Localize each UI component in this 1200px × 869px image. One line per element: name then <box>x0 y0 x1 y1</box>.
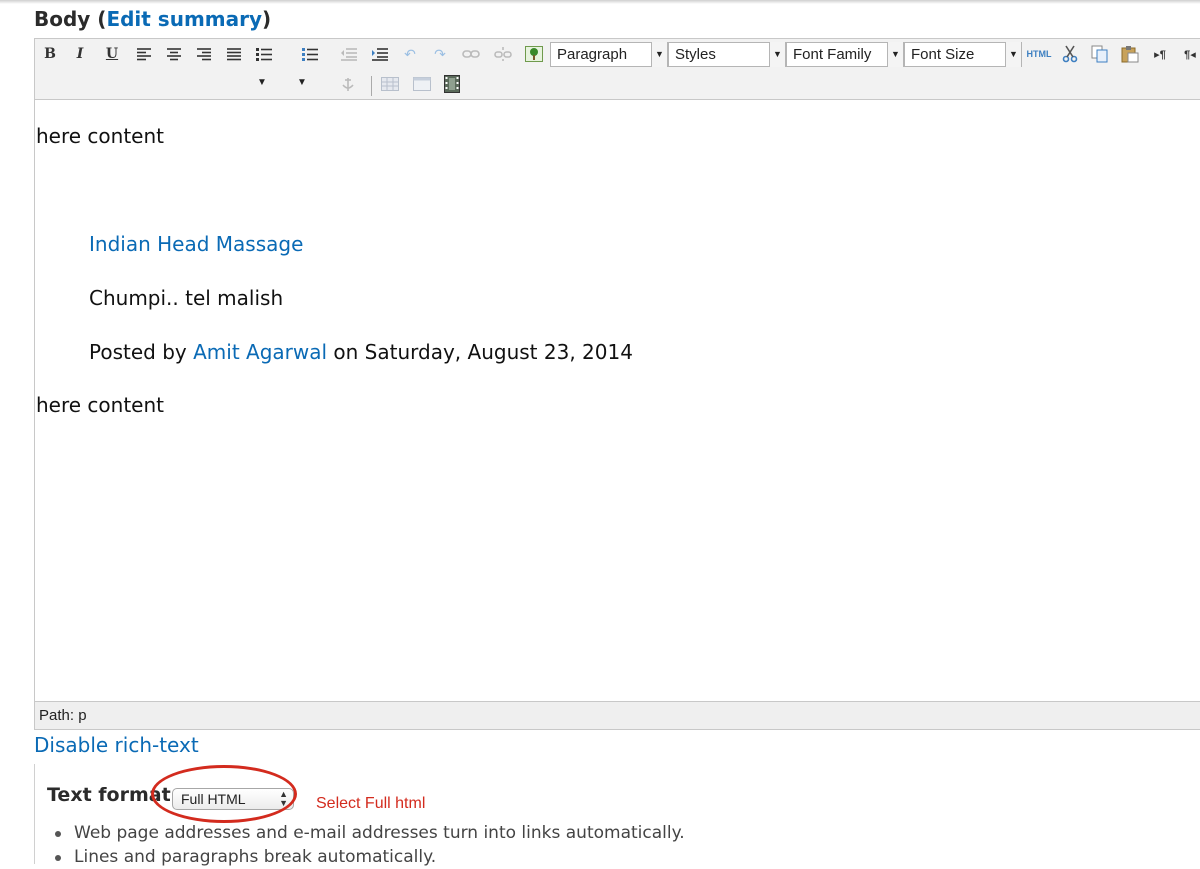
numbered-list-icon <box>302 48 318 61</box>
label-close-paren: ) <box>262 7 272 31</box>
align-left-icon <box>137 48 151 61</box>
font-size-select[interactable]: Font Size ▼ <box>904 42 1022 67</box>
editor-toolbar: B I U ▼ ▼ ↶ ↷ Paragraph ▼ Styles ▼ Font … <box>35 39 1200 100</box>
post-byline: Posted by Amit Agarwal on Saturday, Augu… <box>89 340 633 364</box>
align-left-button[interactable] <box>133 43 155 65</box>
numbered-list-button[interactable] <box>299 43 321 65</box>
insert-table-button[interactable] <box>379 73 401 95</box>
disable-rich-text-link[interactable]: Disable rich-text <box>34 733 199 757</box>
undo-button[interactable]: ↶ <box>399 43 421 65</box>
link-button[interactable] <box>460 43 482 65</box>
image-tree-icon <box>525 46 543 62</box>
editor-path-bar: Path: p <box>35 701 1200 729</box>
content-paragraph: here content <box>36 124 164 148</box>
font-family-select[interactable]: Font Family ▼ <box>786 42 904 67</box>
format-tips-list: Web page addresses and e-mail addresses … <box>55 821 685 869</box>
author-link[interactable]: Amit Agarwal <box>193 340 327 364</box>
toolbar-separator <box>371 76 372 96</box>
copy-button[interactable] <box>1089 43 1111 65</box>
paste-icon <box>1121 46 1139 63</box>
list-item: Lines and paragraphs break automatically… <box>55 845 685 869</box>
paste-button[interactable] <box>1119 43 1141 65</box>
bullet-list-icon <box>256 48 272 61</box>
film-icon <box>444 75 460 93</box>
chevron-down-icon: ▼ <box>1005 42 1021 67</box>
outdent-icon <box>341 48 357 61</box>
anchor-icon <box>342 78 354 91</box>
anchor-button[interactable] <box>337 73 359 95</box>
link-icon <box>462 50 480 58</box>
ltr-button[interactable]: ▸¶ <box>1149 43 1171 65</box>
text-format-panel: Text format Full HTML ▲ ▼ Select Full htm… <box>34 764 1200 867</box>
insert-media-button[interactable] <box>441 73 463 95</box>
chevron-down-icon: ▼ <box>769 42 785 67</box>
post-title-link[interactable]: Indian Head Massage <box>89 232 303 256</box>
bullet-list-dropdown-icon[interactable]: ▼ <box>257 77 267 88</box>
font-family-select-value: Font Family <box>793 46 872 63</box>
post-body-text: Chumpi.. tel malish <box>89 286 284 310</box>
insert-image-button[interactable] <box>523 43 545 65</box>
label-open-paren: ( <box>90 7 107 31</box>
underline-button[interactable]: U <box>101 43 123 65</box>
annotation-text: Select Full html <box>316 795 426 812</box>
rtl-button[interactable]: ¶◂ <box>1179 43 1200 65</box>
outdent-button[interactable] <box>338 43 360 65</box>
posted-by-prefix: Posted by <box>89 340 194 364</box>
bullet-list-button[interactable] <box>253 43 275 65</box>
format-select[interactable]: Paragraph ▼ <box>550 42 668 67</box>
insert-layer-button[interactable] <box>411 73 433 95</box>
format-select-value: Paragraph <box>557 46 628 63</box>
top-shadow <box>0 0 1200 4</box>
numbered-list-dropdown-icon[interactable]: ▼ <box>297 77 307 88</box>
align-center-icon <box>167 48 181 61</box>
font-size-select-value: Font Size <box>911 46 975 63</box>
styles-select[interactable]: Styles ▼ <box>668 42 786 67</box>
align-right-icon <box>197 48 211 61</box>
bold-button[interactable]: B <box>39 43 61 65</box>
styles-select-value: Styles <box>675 46 716 63</box>
chevron-down-icon: ▼ <box>887 42 903 67</box>
edit-summary-link[interactable]: Edit summary <box>106 7 262 31</box>
posted-on-date: on Saturday, August 23, 2014 <box>327 340 633 364</box>
align-justify-button[interactable] <box>223 43 245 65</box>
italic-button[interactable]: I <box>69 43 91 65</box>
rich-text-editor: B I U ▼ ▼ ↶ ↷ Paragraph ▼ Styles ▼ Font … <box>34 38 1200 730</box>
align-center-button[interactable] <box>163 43 185 65</box>
table-icon <box>381 77 399 91</box>
scissors-icon <box>1062 45 1078 63</box>
cut-button[interactable] <box>1059 43 1081 65</box>
content-paragraph: here content <box>36 393 164 417</box>
body-label-text: Body <box>34 7 91 31</box>
html-source-button[interactable]: HTML <box>1025 43 1053 65</box>
align-right-button[interactable] <box>193 43 215 65</box>
align-justify-icon <box>227 48 241 61</box>
body-field-label: Body (Edit summary) <box>34 7 271 31</box>
copy-icon <box>1091 45 1108 63</box>
annotation-circle <box>151 765 297 823</box>
unlink-button[interactable] <box>492 43 514 65</box>
chevron-down-icon: ▼ <box>651 42 667 67</box>
layer-icon <box>413 77 431 91</box>
redo-button[interactable]: ↷ <box>429 43 451 65</box>
indent-button[interactable] <box>369 43 391 65</box>
unlink-icon <box>494 47 512 61</box>
editor-content-area[interactable]: here content Indian Head Massage Chumpi.… <box>35 100 1200 700</box>
list-item: Web page addresses and e-mail addresses … <box>55 821 685 845</box>
indent-icon <box>372 48 388 61</box>
